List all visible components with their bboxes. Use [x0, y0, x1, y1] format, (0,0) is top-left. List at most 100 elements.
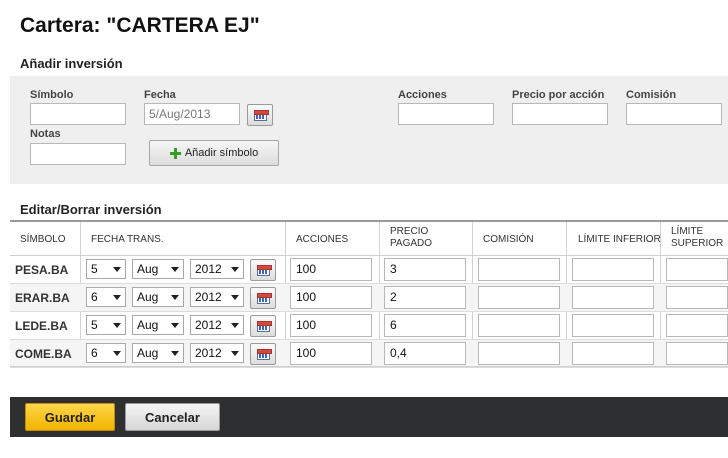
col-lower-limit: LÍMITE INFERIOR	[578, 234, 661, 245]
day-value: 6	[91, 346, 98, 360]
cancel-button[interactable]: Cancelar	[125, 403, 220, 431]
day-value: 6	[91, 290, 98, 304]
grid-bottom-rule	[10, 366, 728, 367]
month-value: Aug	[137, 318, 159, 332]
day-select[interactable]: 5	[86, 259, 126, 279]
lower-limit-field[interactable]	[572, 258, 654, 281]
add-symbol-button[interactable]: Añadir símbolo	[149, 140, 279, 166]
price-field[interactable]: 0,4	[384, 342, 466, 365]
col-upper-limit-line1: LÍMITE	[671, 226, 704, 237]
commission-label: Comisión	[626, 89, 677, 101]
shares-field[interactable]: 100	[290, 342, 372, 365]
col-commission: COMISIÓN	[483, 234, 534, 245]
year-value: 2012	[195, 346, 222, 360]
upper-limit-field[interactable]	[666, 314, 728, 337]
chevron-down-icon	[231, 295, 239, 300]
symbol-input[interactable]	[30, 103, 126, 125]
add-investment-panel	[10, 76, 728, 184]
col-upper-limit: LÍMITE SUPERIOR	[671, 226, 723, 250]
month-value: Aug	[137, 262, 159, 276]
grid-header: SÍMBOLO FECHA TRANS. ACCIONES PRECIO PAG…	[10, 222, 728, 256]
save-button[interactable]: Guardar	[25, 403, 115, 431]
year-value: 2012	[195, 262, 222, 276]
shares-field[interactable]: 100	[290, 286, 372, 309]
chevron-down-icon	[231, 323, 239, 328]
add-investment-title: Añadir inversión	[20, 56, 123, 71]
upper-limit-field[interactable]	[666, 286, 728, 309]
chevron-down-icon	[171, 351, 179, 356]
commission-field[interactable]	[478, 342, 560, 365]
day-select[interactable]: 5	[86, 315, 126, 335]
price-per-share-label: Precio por acción	[512, 89, 605, 101]
shares-field[interactable]: 100	[290, 314, 372, 337]
month-select[interactable]: Aug	[132, 259, 184, 279]
calendar-icon	[257, 265, 272, 276]
row-calendar-button[interactable]	[250, 259, 276, 281]
date-input[interactable]: 5/Aug/2013	[144, 103, 240, 125]
symbol-label: Símbolo	[30, 89, 74, 101]
col-shares: ACCIONES	[296, 234, 349, 245]
chevron-down-icon	[113, 295, 121, 300]
col-upper-limit-line2: SUPERIOR	[671, 238, 724, 249]
add-symbol-label: Añadir símbolo	[184, 147, 259, 159]
month-value: Aug	[137, 290, 159, 304]
table-row: PESA.BA 5 Aug 2012 100 3	[10, 256, 728, 284]
chevron-down-icon	[113, 323, 121, 328]
lower-limit-field[interactable]	[572, 286, 654, 309]
row-symbol: LEDE.BA	[15, 319, 68, 333]
month-select[interactable]: Aug	[132, 315, 184, 335]
row-symbol: ERAR.BA	[15, 291, 70, 305]
table-row: COME.BA 6 Aug 2012 100 0,4	[10, 340, 728, 368]
year-select[interactable]: 2012	[190, 315, 244, 335]
price-field[interactable]: 2	[384, 286, 466, 309]
plus-icon	[169, 147, 181, 159]
chevron-down-icon	[231, 351, 239, 356]
price-field[interactable]: 6	[384, 314, 466, 337]
year-value: 2012	[195, 318, 222, 332]
month-select[interactable]: Aug	[132, 343, 184, 363]
calendar-icon	[257, 293, 272, 304]
chevron-down-icon	[113, 351, 121, 356]
year-value: 2012	[195, 290, 222, 304]
price-per-share-input[interactable]	[512, 103, 608, 125]
row-calendar-button[interactable]	[250, 343, 276, 365]
commission-field[interactable]	[478, 258, 560, 281]
col-price-paid-line1: PRECIO	[390, 226, 429, 237]
row-calendar-button[interactable]	[250, 287, 276, 309]
calendar-icon	[257, 349, 272, 360]
day-value: 5	[91, 318, 98, 332]
upper-limit-field[interactable]	[666, 342, 728, 365]
lower-limit-field[interactable]	[572, 314, 654, 337]
row-symbol: COME.BA	[15, 347, 72, 361]
row-symbol: PESA.BA	[15, 263, 69, 277]
month-value: Aug	[137, 346, 159, 360]
col-price-paid-line2: PAGADO	[390, 238, 433, 249]
page-title: Cartera: "CARTERA EJ"	[20, 14, 260, 37]
commission-field[interactable]	[478, 314, 560, 337]
commission-input[interactable]	[626, 103, 722, 125]
day-select[interactable]: 6	[86, 343, 126, 363]
year-select[interactable]: 2012	[190, 259, 244, 279]
day-value: 5	[91, 262, 98, 276]
edit-investment-title: Editar/Borrar inversión	[20, 202, 162, 217]
shares-field[interactable]: 100	[290, 258, 372, 281]
row-calendar-button[interactable]	[250, 315, 276, 337]
col-symbol: SÍMBOLO	[20, 234, 66, 245]
month-select[interactable]: Aug	[132, 287, 184, 307]
footer-bar: Guardar Cancelar	[10, 397, 728, 437]
day-select[interactable]: 6	[86, 287, 126, 307]
date-calendar-button[interactable]	[247, 104, 273, 126]
year-select[interactable]: 2012	[190, 287, 244, 307]
price-field[interactable]: 3	[384, 258, 466, 281]
calendar-icon	[257, 321, 272, 332]
upper-limit-field[interactable]	[666, 258, 728, 281]
commission-field[interactable]	[478, 286, 560, 309]
notes-label: Notas	[30, 128, 61, 140]
chevron-down-icon	[171, 295, 179, 300]
notes-input[interactable]	[30, 143, 126, 165]
year-select[interactable]: 2012	[190, 343, 244, 363]
shares-input[interactable]	[398, 103, 494, 125]
lower-limit-field[interactable]	[572, 342, 654, 365]
chevron-down-icon	[171, 267, 179, 272]
shares-label: Acciones	[398, 89, 447, 101]
